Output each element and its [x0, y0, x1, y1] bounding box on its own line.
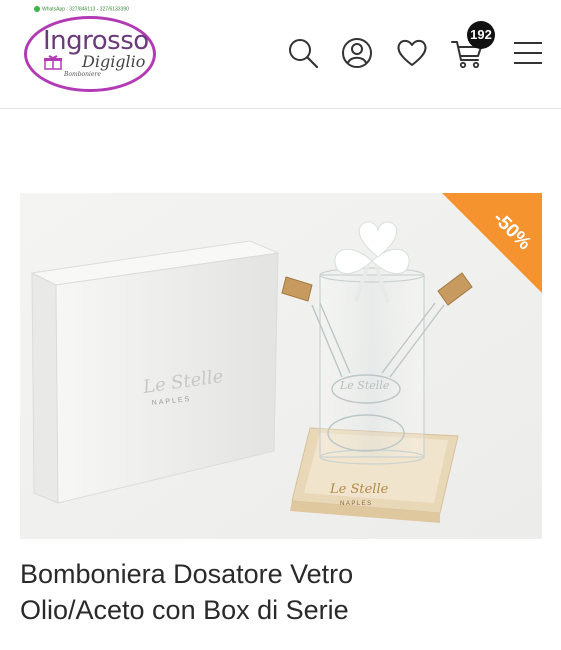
gift-icon [44, 55, 62, 70]
product-photo: Le Stelle NAPLES Le Stelle NAPLES Le Ste… [20, 193, 542, 539]
whatsapp-icon [34, 6, 40, 12]
account-icon[interactable] [340, 36, 374, 70]
bottle-brand-text: Le Stelle [339, 379, 390, 392]
search-icon[interactable] [286, 36, 320, 70]
hamburger-menu-icon[interactable] [512, 36, 544, 70]
tray-city-text: NAPLES [340, 501, 373, 507]
product-title-line-1: Bomboniera Dosatore Vetro [20, 559, 354, 589]
site-header: WhatsApp : 327/846113 - 327/6133390 Ingr… [0, 0, 561, 109]
product-title[interactable]: Bomboniera Dosatore Vetro Olio/Aceto con… [20, 556, 540, 628]
glass-cylinder [319, 267, 425, 465]
wishlist-heart-icon[interactable] [395, 36, 429, 70]
product-title-line-2: Olio/Aceto con Box di Serie [20, 595, 349, 625]
logo-link[interactable]: WhatsApp : 327/846113 - 327/6133390 Ingr… [0, 0, 170, 100]
logo-text-bomboniere: Bomboniere [64, 71, 101, 78]
product-image[interactable]: Le Stelle NAPLES Le Stelle NAPLES Le Ste… [20, 193, 542, 539]
tray-brand-text: Le Stelle [329, 482, 389, 497]
cart-count-badge: 192 [467, 21, 495, 49]
logo-text-digiglio: Digiglio [82, 52, 146, 71]
whatsapp-contact[interactable]: WhatsApp : 327/846113 - 327/6133390 [34, 6, 129, 12]
